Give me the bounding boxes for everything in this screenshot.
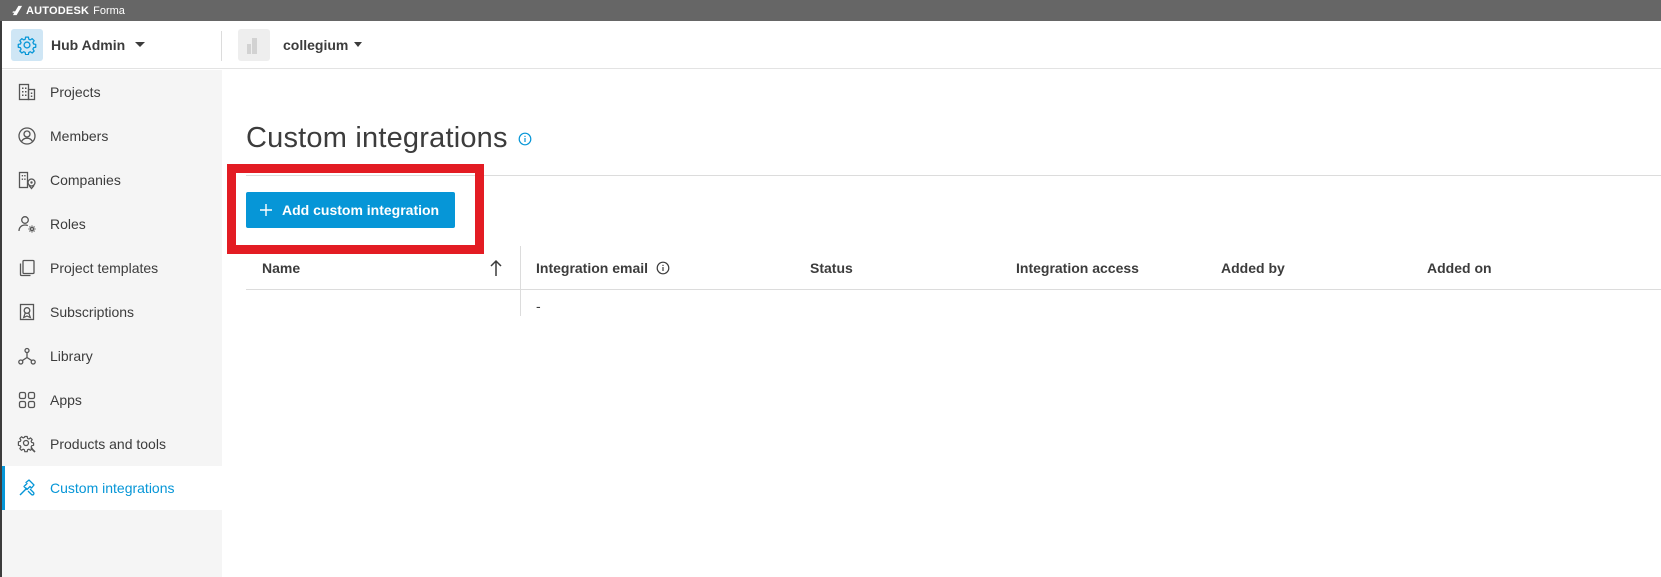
chevron-down-icon[interactable]	[354, 42, 363, 47]
building-icon	[15, 80, 39, 104]
sidebar-item-library[interactable]: Library	[2, 334, 222, 378]
main-content: Custom integrations Add custom integrati…	[222, 70, 1661, 577]
add-custom-integration-button[interactable]: Add custom integration	[246, 192, 455, 228]
column-header-label: Integration email	[536, 260, 649, 276]
column-header-name[interactable]: Name	[262, 260, 300, 276]
templates-icon	[15, 256, 39, 280]
hub-title: Hub Admin	[51, 36, 126, 53]
user-circle-icon	[15, 124, 39, 148]
apps-grid-icon	[15, 388, 39, 412]
info-icon[interactable]	[656, 261, 670, 275]
chevron-down-icon	[135, 42, 146, 47]
user-gear-icon	[15, 212, 39, 236]
project-selector[interactable]: collegium	[283, 37, 348, 53]
sidebar-item-project-templates[interactable]: Project templates	[2, 246, 222, 290]
brand-name: AUTODESK	[26, 4, 90, 17]
sidebar-item-label: Project templates	[50, 260, 159, 276]
cell-integration-email: -	[536, 298, 541, 314]
autodesk-brand[interactable]: AUTODESK Forma	[12, 5, 125, 17]
plus-icon	[260, 204, 272, 216]
product-name: Forma	[93, 4, 125, 17]
sidebar-item-products-and-tools[interactable]: Products and tools	[2, 422, 222, 466]
column-header-status[interactable]: Status	[810, 260, 853, 276]
hub-icon-tile	[11, 28, 43, 61]
project-thumbnail-icon	[238, 28, 270, 61]
add-button-label: Add custom integration	[282, 202, 440, 218]
table-row[interactable]: -	[246, 290, 1661, 318]
gear-icon	[17, 35, 37, 55]
sidebar-item-label: Custom integrations	[50, 480, 175, 496]
sidebar-item-label: Library	[50, 348, 93, 364]
sidebar-item-custom-integrations[interactable]: Custom integrations	[2, 466, 222, 510]
info-icon[interactable]	[518, 132, 532, 146]
sidebar-item-label: Companies	[50, 172, 121, 188]
sidebar-nav: Projects Members Companies Roles Project…	[2, 70, 222, 577]
sidebar-item-roles[interactable]: Roles	[2, 202, 222, 246]
sidebar-item-label: Roles	[50, 216, 86, 232]
column-header-integration-access[interactable]: Integration access	[1016, 260, 1139, 276]
subscription-icon	[15, 300, 39, 324]
sidebar-item-label: Members	[50, 128, 109, 144]
sidebar-item-label: Subscriptions	[50, 304, 135, 320]
column-header-added-on[interactable]: Added on	[1427, 260, 1492, 276]
page-title: Custom integrations	[246, 122, 508, 154]
tools-gear-icon	[15, 432, 39, 456]
sidebar-item-label: Apps	[50, 392, 82, 408]
sidebar-item-subscriptions[interactable]: Subscriptions	[2, 290, 222, 334]
main-header: collegium	[222, 21, 1661, 69]
sidebar-item-companies[interactable]: Companies	[2, 158, 222, 202]
column-header-integration-email[interactable]: Integration email	[536, 260, 670, 276]
table-header: Name Integration email Status Integratio…	[246, 246, 1661, 290]
sidebar-item-label: Projects	[50, 84, 101, 100]
sidebar-item-members[interactable]: Members	[2, 114, 222, 158]
library-icon	[15, 344, 39, 368]
sidebar-item-apps[interactable]: Apps	[2, 378, 222, 422]
integrations-table: Name Integration email Status Integratio…	[246, 246, 1661, 318]
sidebar-item-projects[interactable]: Projects	[2, 70, 222, 114]
company-location-icon	[15, 168, 39, 192]
sidebar-item-label: Products and tools	[50, 436, 166, 452]
sort-ascending-icon[interactable]	[489, 259, 503, 277]
integration-tools-icon	[15, 476, 39, 500]
hub-selector[interactable]: Hub Admin	[2, 21, 222, 69]
top-bar: AUTODESK Forma	[0, 0, 1661, 21]
column-header-added-by[interactable]: Added by	[1221, 260, 1285, 276]
page-title-row: Custom integrations	[246, 122, 532, 155]
autodesk-logo-icon	[12, 5, 23, 16]
